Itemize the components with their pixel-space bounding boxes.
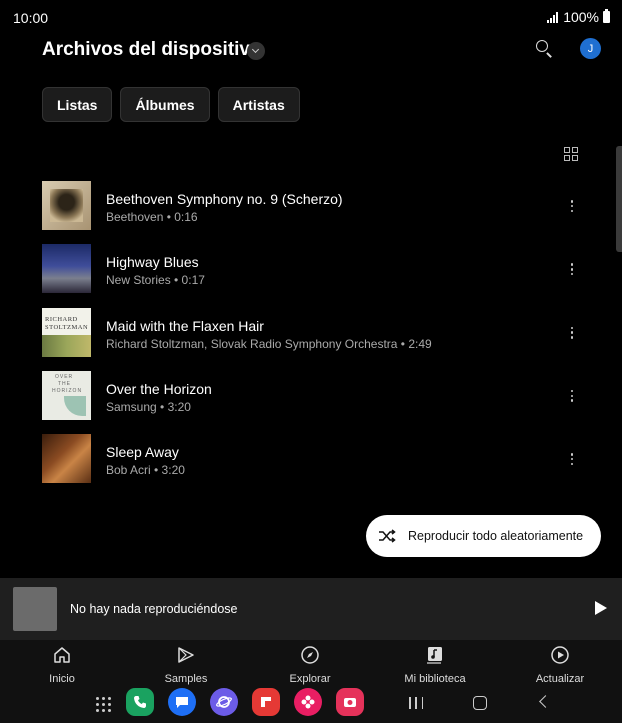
battery-icon [603,9,610,23]
grid-view-icon[interactable] [564,147,578,161]
song-subtitle: Bob Acri • 3:20 [106,463,185,478]
song-row[interactable]: Highway Blues New Stories • 0:17 [42,244,592,307]
song-row[interactable]: Beethoven Symphony no. 9 (Scherzo) Beeth… [42,181,592,244]
nav-label: Actualizar [535,673,585,685]
more-options-icon[interactable] [567,451,577,467]
home-icon [54,647,70,663]
song-subtitle: New Stories • 0:17 [106,273,205,288]
more-options-icon[interactable] [567,325,577,341]
mini-player-thumbnail [13,587,57,631]
mini-player[interactable]: No hay nada reproduciéndose [0,578,622,640]
shuffle-all-button[interactable]: Reproducir todo aleatoriamente [366,515,601,557]
internet-app-icon[interactable] [210,688,238,716]
album-art-text: OVER [55,373,74,380]
system-navigation-bar [0,686,622,723]
song-list: Beethoven Symphony no. 9 (Scherzo) Beeth… [42,181,592,497]
song-title: Sleep Away [106,444,179,461]
app-dock [96,688,364,716]
album-art [42,434,91,484]
messages-app-icon[interactable] [168,688,196,716]
song-title: Beethoven Symphony no. 9 (Scherzo) [106,191,343,207]
update-icon [551,646,569,664]
more-options-icon[interactable] [567,198,577,214]
song-row[interactable]: Sleep Away Bob Acri • 3:20 [42,434,592,497]
library-icon [427,647,442,664]
chip-listas[interactable]: Listas [42,87,113,122]
phone-app-icon[interactable] [126,688,154,716]
home-button-icon[interactable] [473,696,487,710]
header: Archivos del dispositivo J [42,36,602,66]
nav-item-inicio[interactable]: Inicio [22,645,102,685]
status-indicators: 100% [547,9,610,25]
chip-albumes[interactable]: Álbumes [120,87,210,122]
shuffle-all-label: Reproducir todo aleatoriamente [408,529,584,543]
album-art [42,181,91,230]
samples-icon [178,647,194,663]
chevron-down-icon[interactable] [247,42,265,60]
chip-artistas[interactable]: Artistas [217,87,300,122]
avatar[interactable]: J [580,38,601,59]
flipboard-app-icon[interactable] [252,688,280,716]
more-options-icon[interactable] [567,388,577,404]
search-icon[interactable] [533,37,557,61]
song-row[interactable]: RICHARD STOLTZMAN Maid with the Flaxen H… [42,307,592,371]
page-title: Archivos del dispositivo [42,39,262,60]
status-time: 10:00 [13,10,49,26]
nav-item-samples[interactable]: Samples [146,645,226,685]
bottom-nav: Inicio Samples Explorar Mi biblioteca Ac… [0,640,622,686]
song-title: Maid with the Flaxen Hair [106,317,264,334]
nav-item-mi-biblioteca[interactable]: Mi biblioteca [395,645,475,685]
status-bar: 10:00 100% [0,0,622,34]
recents-icon[interactable] [409,697,423,709]
nav-label: Inicio [49,673,75,685]
nav-label: Samples [164,673,208,685]
signal-icon [547,11,559,23]
song-title: Highway Blues [106,254,199,271]
album-art [42,244,91,294]
mini-player-text: No hay nada reproduciéndose [70,602,238,616]
blossom-app-icon[interactable] [294,688,322,716]
back-icon[interactable] [539,695,552,708]
song-subtitle: Samsung • 3:20 [106,399,191,414]
song-title: Over the Horizon [106,380,212,397]
play-icon[interactable] [595,601,607,615]
nav-item-explorar[interactable]: Explorar [270,645,350,685]
album-art-text: HORIZON [52,387,83,394]
camera-app-icon[interactable] [336,688,364,716]
app-drawer-icon[interactable] [96,697,112,713]
song-subtitle: Richard Stoltzman, Slovak Radio Symphony… [106,336,432,351]
nav-label: Explorar [289,673,331,685]
more-options-icon[interactable] [567,261,577,277]
scroll-handle[interactable] [616,146,622,252]
shuffle-icon [379,529,396,543]
album-art-text: STOLTZMAN [45,323,89,331]
filter-chips: Listas Álbumes Artistas [42,87,300,122]
compass-icon [301,646,319,664]
album-art: OVER THE HORIZON [42,370,91,420]
nav-item-actualizar[interactable]: Actualizar [520,645,600,685]
song-row[interactable]: OVER THE HORIZON Over the Horizon Samsun… [42,370,592,434]
song-subtitle: Beethoven • 0:16 [106,210,198,224]
album-art: RICHARD STOLTZMAN [42,307,91,357]
nav-label: Mi biblioteca [404,673,466,685]
battery-percent: 100% [563,9,599,25]
album-art-text: RICHARD [45,315,78,323]
album-art-text: THE [58,380,71,387]
